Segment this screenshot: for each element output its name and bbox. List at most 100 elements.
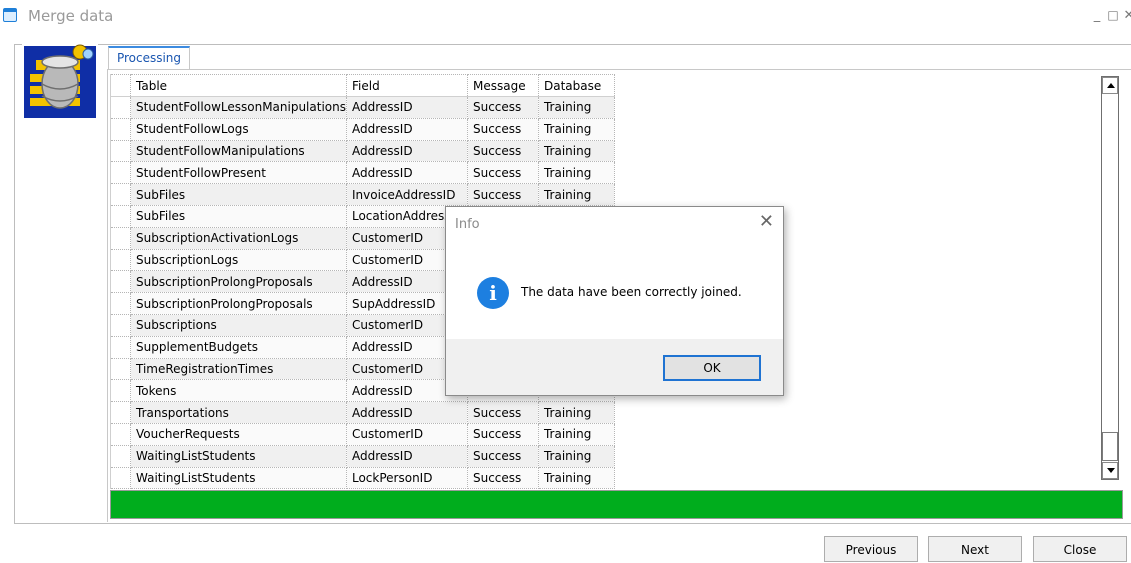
row-indicator[interactable] [110,204,131,228]
cell-field[interactable]: LockPersonID [345,466,468,490]
cell-table[interactable]: Tokens [130,379,347,403]
row-indicator[interactable] [110,379,131,403]
row-indicator[interactable] [110,96,131,119]
cell-database[interactable]: Training [537,401,615,424]
cell-table[interactable]: SubscriptionLogs [130,248,347,272]
column-header-field[interactable]: Field [345,74,468,97]
dialog-title: Info [455,217,480,232]
cell-table[interactable]: StudentFollowLessonManipulations [130,96,347,119]
cell-table[interactable]: StudentFollowManipulations [130,139,347,163]
row-indicator[interactable] [110,357,131,381]
cell-field[interactable]: AddressID [345,117,468,141]
row-indicator[interactable] [110,444,131,468]
row-indicator[interactable] [110,313,131,337]
cell-field[interactable]: AddressID [345,96,468,119]
cell-field[interactable]: CustomerID [345,422,468,446]
row-indicator[interactable] [110,183,131,206]
ok-button[interactable]: OK [663,355,761,381]
info-icon: i [477,277,509,309]
cell-table[interactable]: WaitingListStudents [130,444,347,468]
column-header-message[interactable]: Message [466,74,539,97]
row-indicator[interactable] [110,139,131,163]
window-title: Merge data [28,7,114,25]
cell-table[interactable]: SubFiles [130,183,347,206]
scroll-up-button[interactable] [1102,77,1118,94]
cell-field[interactable]: AddressID [345,444,468,468]
cell-message[interactable]: Success [466,444,539,468]
column-header-database[interactable]: Database [537,74,615,97]
cell-database[interactable]: Training [537,117,615,141]
table-row[interactable]: StudentFollowLogs AddressID Success Trainin… [110,117,615,141]
cell-table[interactable]: StudentFollowLogs [130,117,347,141]
table-row[interactable]: Transportations AddressID Success Training [110,401,615,424]
cell-database[interactable]: Training [537,183,615,206]
cell-field[interactable]: AddressID [345,139,468,163]
vertical-scrollbar[interactable] [1101,76,1119,480]
table-header: Table Field Message Database [110,74,615,97]
row-indicator[interactable] [110,292,131,315]
progress-fill [111,491,1122,518]
row-indicator[interactable] [110,161,131,185]
row-indicator[interactable] [110,335,131,359]
cell-field[interactable]: AddressID [345,161,468,185]
cell-database[interactable]: Training [537,466,615,490]
scroll-down-button[interactable] [1102,462,1118,479]
row-indicator[interactable] [110,466,131,490]
info-dialog: Info ✕ i The data have been correctly jo… [445,206,784,396]
cell-field[interactable]: InvoiceAddressID [345,183,468,206]
tab-processing[interactable]: Processing [108,46,190,69]
database-merge-icon [22,44,98,120]
table-row[interactable]: StudentFollowManipulations AddressID Succe… [110,139,615,163]
dialog-close-icon[interactable]: ✕ [759,211,774,233]
cell-table[interactable]: SupplementBudgets [130,335,347,359]
table-row[interactable]: SubFiles InvoiceAddressID Success Training [110,183,615,206]
cell-table[interactable]: TimeRegistrationTimes [130,357,347,381]
cell-message[interactable]: Success [466,139,539,163]
cell-database[interactable]: Training [537,444,615,468]
row-indicator[interactable] [110,401,131,424]
cell-field[interactable]: AddressID [345,401,468,424]
cell-table[interactable]: Transportations [130,401,347,424]
column-header-table[interactable]: Table [130,74,347,97]
next-button[interactable]: Next [928,536,1022,562]
cell-table[interactable]: SubscriptionActivationLogs [130,226,347,250]
close-button[interactable]: Close [1033,536,1127,562]
table-row[interactable]: StudentFollowPresent AddressID Success Trai… [110,161,615,185]
scrollbar-thumb[interactable] [1102,432,1118,461]
minimize-button[interactable]: _ [1090,8,1104,23]
previous-button[interactable]: Previous [824,536,918,562]
cell-message[interactable]: Success [466,183,539,206]
cell-table[interactable]: SubFiles [130,204,347,228]
row-indicator [110,74,131,97]
row-indicator[interactable] [110,248,131,272]
cell-message[interactable]: Success [466,422,539,446]
cell-message[interactable]: Success [466,96,539,119]
cell-message[interactable]: Success [466,161,539,185]
cell-table[interactable]: WaitingListStudents [130,466,347,490]
window-icon [3,8,17,22]
window-close-button[interactable]: ✕ [1122,8,1131,23]
row-indicator[interactable] [110,226,131,250]
cell-database[interactable]: Training [537,422,615,446]
cell-message[interactable]: Success [466,466,539,490]
cell-table[interactable]: VoucherRequests [130,422,347,446]
cell-table[interactable]: SubscriptionProlongProposals [130,292,347,315]
progress-bar [110,490,1123,519]
table-row[interactable]: WaitingListStudents AddressID Success Train… [110,444,615,468]
dialog-footer: OK [446,339,783,395]
table-row[interactable]: StudentFollowLessonManipulations AddressI… [110,96,615,119]
cell-database[interactable]: Training [537,139,615,163]
cell-table[interactable]: Subscriptions [130,313,347,337]
row-indicator[interactable] [110,270,131,294]
cell-table[interactable]: StudentFollowPresent [130,161,347,185]
row-indicator[interactable] [110,422,131,446]
cell-database[interactable]: Training [537,96,615,119]
maximize-button[interactable]: □ [1106,8,1120,22]
table-row[interactable]: VoucherRequests CustomerID Success Training [110,422,615,446]
table-row[interactable]: WaitingListStudents LockPersonID Success Tr… [110,466,615,490]
cell-table[interactable]: SubscriptionProlongProposals [130,270,347,294]
cell-message[interactable]: Success [466,117,539,141]
cell-message[interactable]: Success [466,401,539,424]
cell-database[interactable]: Training [537,161,615,185]
row-indicator[interactable] [110,117,131,141]
